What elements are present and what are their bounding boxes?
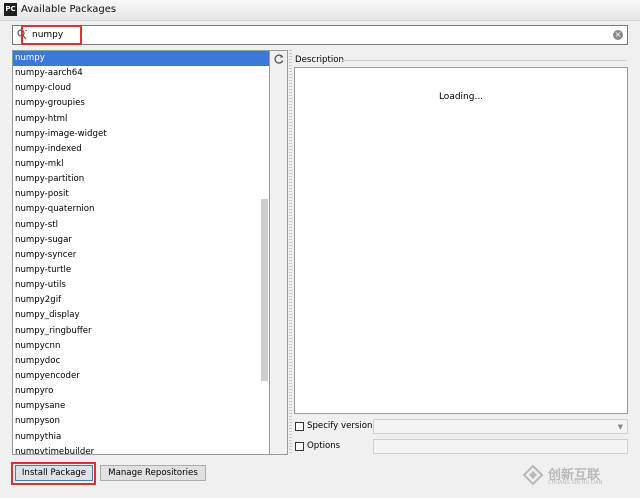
reload-icon[interactable] (273, 53, 285, 65)
options-row: Options (294, 439, 628, 455)
description-label: Description (295, 55, 344, 65)
install-package-button[interactable]: Install Package (15, 465, 93, 481)
chevron-down-icon: ▼ (617, 423, 623, 431)
version-select[interactable]: ▼ (373, 419, 628, 434)
package-list-item[interactable]: numpytimebuilder (13, 445, 269, 454)
package-list-item[interactable]: numpy-groupies (13, 96, 269, 111)
pane-splitter[interactable] (289, 50, 292, 455)
package-list-item[interactable]: numpydoc (13, 354, 269, 369)
specify-version-row: Specify version ▼ (294, 419, 628, 435)
pycharm-app-icon: PC (4, 3, 17, 16)
window-title: Available Packages (21, 4, 117, 15)
package-list-item[interactable]: numpy (13, 51, 269, 67)
description-separator (342, 60, 627, 61)
options-label: Options (307, 441, 341, 451)
package-list-item[interactable]: numpy-image-widget (13, 127, 269, 142)
package-list-item[interactable]: numpy-mkl (13, 157, 269, 172)
clear-search-icon[interactable]: × (613, 30, 623, 40)
package-list-item[interactable]: numpy-syncer (13, 248, 269, 263)
package-list-item[interactable]: numpy_ringbuffer (13, 324, 269, 339)
options-input[interactable] (373, 439, 628, 454)
package-list-item[interactable]: numpythia (13, 430, 269, 445)
description-panel: Loading... (294, 67, 628, 414)
package-list-item[interactable]: numpycnn (13, 339, 269, 354)
list-side-strip (261, 50, 288, 455)
manage-repositories-button[interactable]: Manage Repositories (100, 465, 206, 481)
package-list-item[interactable]: numpyson (13, 414, 269, 429)
package-list-item[interactable]: numpy-quaternion (13, 202, 269, 217)
package-list-item[interactable]: numpy-posit (13, 187, 269, 202)
package-list-item[interactable]: numpy-turtle (13, 263, 269, 278)
package-list-item[interactable]: numpy-sugar (13, 233, 269, 248)
package-list[interactable]: numpy numpy-aarch64 numpy-cloud numpy-group… (12, 50, 270, 455)
list-scrollbar-thumb[interactable] (261, 199, 268, 381)
package-list-item[interactable]: numpy_display (13, 308, 269, 323)
package-list-item[interactable]: numpy-html (13, 112, 269, 127)
title-bar[interactable]: PC Available Packages (0, 0, 640, 21)
package-list-item[interactable]: numpysane (13, 399, 269, 414)
package-list-item[interactable]: numpy-stl (13, 218, 269, 233)
package-list-item[interactable]: numpy2gif (13, 293, 269, 308)
search-box[interactable]: × (12, 25, 628, 45)
package-list-item[interactable]: numpy-cloud (13, 81, 269, 96)
search-icon[interactable] (17, 29, 27, 41)
package-list-item[interactable]: numpy-indexed (13, 142, 269, 157)
search-input[interactable] (32, 28, 592, 42)
loading-text: Loading... (438, 92, 484, 102)
package-list-item[interactable]: numpy-utils (13, 278, 269, 293)
package-list-item[interactable]: numpyencoder (13, 369, 269, 384)
specify-version-label: Specify version (307, 421, 373, 431)
watermark: 创新互联 CHUANG XIN HU LIAN (522, 462, 632, 490)
options-checkbox[interactable] (295, 442, 304, 451)
package-list-item[interactable]: numpy-aarch64 (13, 66, 269, 81)
package-list-item[interactable]: numpyro (13, 384, 269, 399)
watermark-subtext: CHUANG XIN HU LIAN (548, 480, 603, 486)
specify-version-checkbox[interactable] (295, 422, 304, 431)
watermark-logo-icon (522, 464, 544, 486)
package-list-item[interactable]: numpy-partition (13, 172, 269, 187)
